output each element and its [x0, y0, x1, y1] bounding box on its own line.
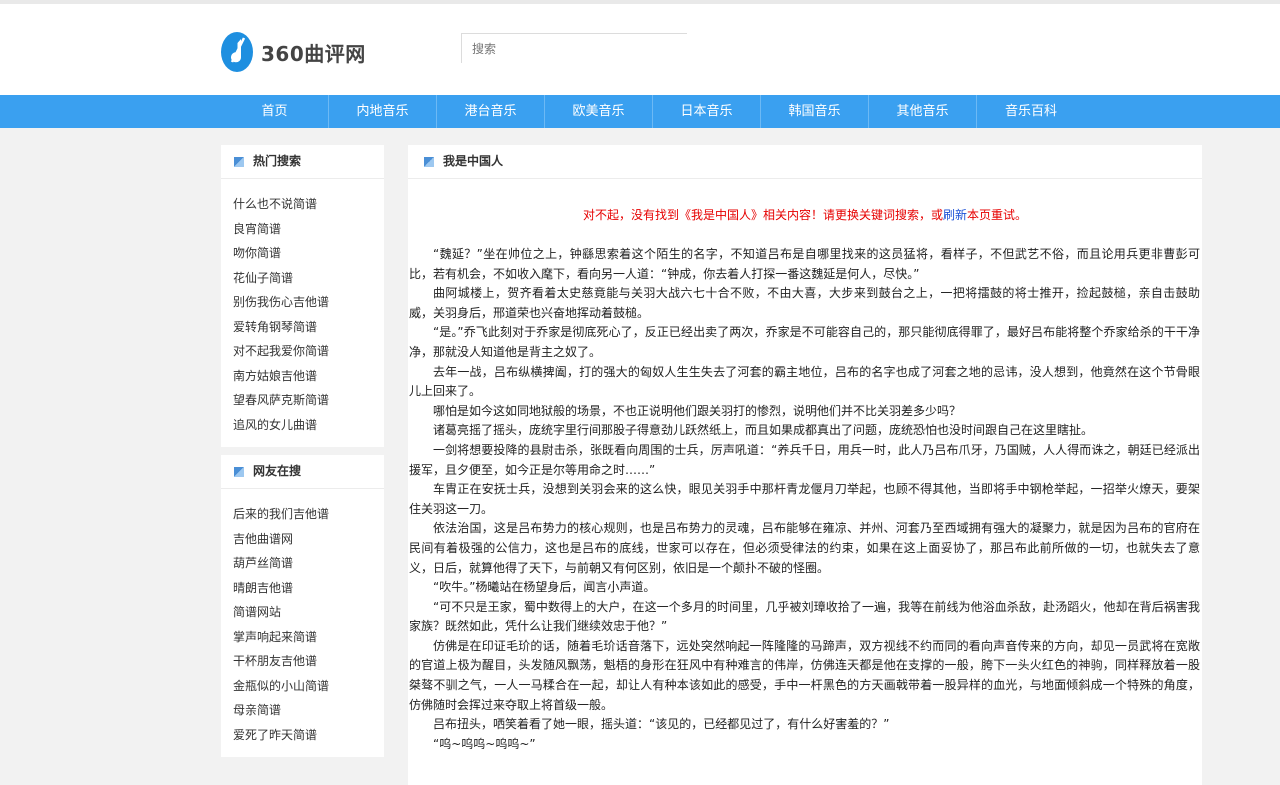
logo-text: 360曲评网 — [261, 41, 366, 66]
nav-item-korea[interactable]: 韩国音乐 — [761, 95, 869, 128]
article-paragraph: 依法治国，这是吕布势力的核心规则，也是吕布势力的灵魂，吕布能够在雍凉、并州、河套… — [409, 521, 1200, 575]
article-paragraph: 仿佛是在印证毛玠的话，随着毛玠话音落下，远处突然响起一阵隆隆的马蹄声，双方视线不… — [409, 638, 1200, 712]
list-item[interactable]: 爱死了昨天简谱 — [233, 723, 384, 748]
friends-search-title: 网友在搜 — [253, 464, 302, 478]
main-nav: 首页 内地音乐 港台音乐 欧美音乐 日本音乐 韩国音乐 其他音乐 音乐百科 — [0, 95, 1280, 128]
hot-search-title: 热门搜索 — [253, 154, 302, 168]
list-icon — [234, 466, 244, 477]
list-item[interactable]: 追风的女儿曲谱 — [233, 413, 384, 438]
nav-item-home[interactable]: 首页 — [221, 95, 329, 128]
nav-item-hktw[interactable]: 港台音乐 — [437, 95, 545, 128]
site-header: 360曲评网 — [0, 4, 1280, 95]
friends-search-header: 网友在搜 — [221, 455, 384, 489]
music-note-icon — [221, 32, 253, 72]
article-paragraph: 哪怕是如今这如同地狱般的场景，不也正说明他们跟关羽打的惨烈，说明他们并不比关羽差… — [433, 403, 962, 418]
list-item[interactable]: 掌声响起来简谱 — [233, 625, 384, 650]
nav-item-encyclopedia[interactable]: 音乐百科 — [977, 95, 1085, 128]
list-item[interactable]: 母亲简谱 — [233, 698, 384, 723]
article-paragraph: “呜~呜呜~呜呜~” — [433, 736, 536, 751]
article-paragraph: “吹牛。”杨曦站在杨望身后，闻言小声道。 — [433, 580, 656, 595]
notice-text-after: 本页重试。 — [967, 208, 1028, 222]
list-item[interactable]: 花仙子简谱 — [233, 266, 384, 291]
article-paragraph: “魏延？”坐在帅位之上，钟繇思索着这个陌生的名字，不知道吕布是自哪里找来的这员猛… — [409, 247, 1200, 281]
site-logo[interactable]: 360曲评网 — [221, 32, 366, 72]
nav-item-japan[interactable]: 日本音乐 — [653, 95, 761, 128]
article-paragraph: 去年一战，吕布纵横捭阖，打的强大的匈奴人生生失去了河套的霸主地位，吕布的名字也成… — [409, 364, 1200, 399]
article-paragraph: 一剑将想要投降的县尉击杀，张既看向周围的士兵，厉声吼道：“养兵千日，用兵一时，此… — [409, 442, 1200, 477]
list-item[interactable]: 金瓶似的小山简谱 — [233, 674, 384, 699]
refresh-link[interactable]: 刷新 — [943, 208, 967, 222]
list-item[interactable]: 吉他曲谱网 — [233, 527, 384, 552]
search-box[interactable] — [461, 33, 687, 63]
list-item[interactable]: 葫芦丝简谱 — [233, 551, 384, 576]
list-item[interactable]: 良宵简谱 — [233, 217, 384, 242]
article-paragraph: 曲阿城楼上，贺齐看着太史慈竟能与关羽大战六七十合不败，不由大喜，大步来到鼓台之上… — [409, 286, 1200, 320]
list-item[interactable]: 简谱网站 — [233, 600, 384, 625]
nav-item-western[interactable]: 欧美音乐 — [545, 95, 653, 128]
nav-item-mainland[interactable]: 内地音乐 — [329, 95, 437, 128]
list-item[interactable]: 吻你简谱 — [233, 241, 384, 266]
list-item[interactable]: 晴朗吉他谱 — [233, 576, 384, 601]
list-icon — [234, 156, 244, 167]
not-found-notice: 对不起，没有找到《我是中国人》相关内容！请更换关键词搜索，或刷新本页重试。 — [408, 206, 1202, 223]
search-input[interactable] — [470, 35, 674, 63]
article-paragraph: 吕布扭头，哂笑着看了她一眼，摇头道：“该见的，已经都见过了，有什么好害羞的？” — [433, 717, 890, 732]
list-item[interactable]: 后来的我们吉他谱 — [233, 502, 384, 527]
list-icon — [424, 156, 434, 167]
friends-search-panel: 网友在搜 后来的我们吉他谱 吉他曲谱网 葫芦丝简谱 晴朗吉他谱 简谱网站 掌声响… — [221, 455, 384, 757]
article-body: “魏延？”坐在帅位之上，钟繇思索着这个陌生的名字，不知道吕布是自哪里找来的这员猛… — [408, 245, 1202, 754]
list-item[interactable]: 对不起我爱你简谱 — [233, 339, 384, 364]
article-paragraph: “可不只是王家，蜀中数得上的大户，在这一个多月的时间里，几乎被刘璋收拾了一遍，我… — [409, 599, 1200, 634]
list-item[interactable]: 爱转角钢琴简谱 — [233, 315, 384, 340]
list-item[interactable]: 望春风萨克斯简谱 — [233, 388, 384, 413]
list-item[interactable]: 干杯朋友吉他谱 — [233, 649, 384, 674]
article-paragraph: 诸葛亮摇了摇头，庞统字里行间那股子得意劲儿跃然纸上，而且如果成都真出了问题，庞统… — [433, 423, 1094, 438]
nav-item-other[interactable]: 其他音乐 — [869, 95, 977, 128]
article-paragraph: “是。”乔飞此刻对于乔家是彻底死心了，反正已经出卖了两次，乔家是不可能容自己的，… — [409, 325, 1200, 359]
main-content: 我是中国人 对不起，没有找到《我是中国人》相关内容！请更换关键词搜索，或刷新本页… — [408, 145, 1202, 785]
main-header: 我是中国人 — [408, 145, 1202, 179]
hot-search-panel: 热门搜索 什么也不说简谱 良宵简谱 吻你简谱 花仙子简谱 别伤我伤心吉他谱 爱转… — [221, 145, 384, 447]
hot-search-list: 什么也不说简谱 良宵简谱 吻你简谱 花仙子简谱 别伤我伤心吉他谱 爱转角钢琴简谱… — [221, 179, 384, 447]
list-item[interactable]: 别伤我伤心吉他谱 — [233, 290, 384, 315]
list-item[interactable]: 南方姑娘吉他谱 — [233, 364, 384, 389]
hot-search-header: 热门搜索 — [221, 145, 384, 179]
sidebar: 热门搜索 什么也不说简谱 良宵简谱 吻你简谱 花仙子简谱 别伤我伤心吉他谱 爱转… — [221, 145, 384, 765]
page-title: 我是中国人 — [443, 154, 504, 168]
list-item[interactable]: 什么也不说简谱 — [233, 192, 384, 217]
article-paragraph: 车胄正在安抚士兵，没想到关羽会来的这么快，眼见关羽手中那杆青龙偃月刀举起，也顾不… — [409, 482, 1200, 516]
friends-search-list: 后来的我们吉他谱 吉他曲谱网 葫芦丝简谱 晴朗吉他谱 简谱网站 掌声响起来简谱 … — [221, 489, 384, 757]
notice-text-before: 对不起，没有找到《我是中国人》相关内容！请更换关键词搜索，或 — [582, 208, 943, 222]
